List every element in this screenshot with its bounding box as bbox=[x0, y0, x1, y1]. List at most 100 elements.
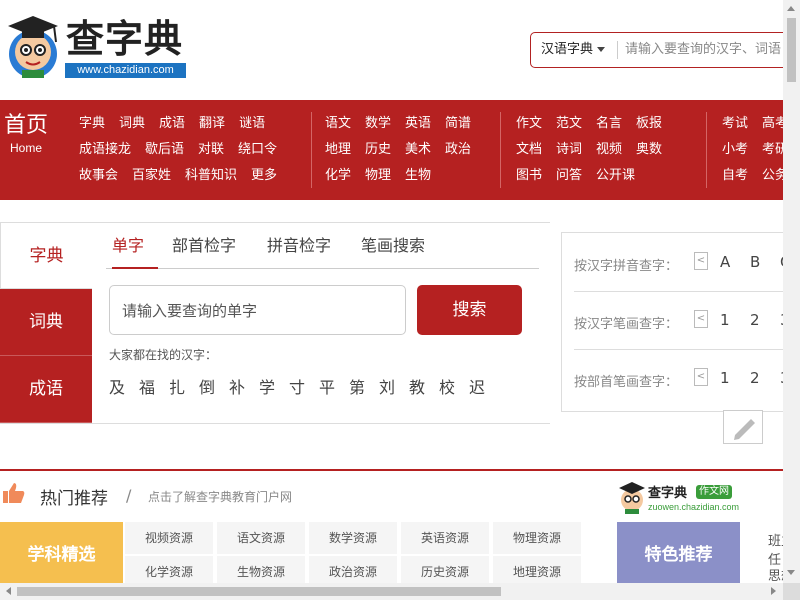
nav-link[interactable]: 问答 bbox=[556, 164, 582, 188]
hot-char[interactable]: 第 bbox=[349, 374, 379, 398]
chevron-left-icon[interactable]: < bbox=[694, 368, 708, 386]
resource-link[interactable]: 物理资源 bbox=[493, 522, 581, 554]
scroll-left-icon[interactable] bbox=[6, 587, 11, 595]
hot-recommend-subtitle[interactable]: 点击了解查字典教育门户网 bbox=[148, 488, 292, 505]
index-value[interactable]: B bbox=[750, 253, 760, 271]
index-value[interactable]: 2 bbox=[750, 311, 760, 329]
nav-link[interactable]: 故事会 bbox=[79, 164, 118, 188]
index-label: 按汉字拼音查字： bbox=[574, 259, 679, 274]
nav-link[interactable]: 视频 bbox=[596, 138, 622, 162]
edit-button[interactable] bbox=[723, 410, 763, 444]
zuowen-logo[interactable]: 查字典 作文网 zuowen.chazidian.com bbox=[618, 480, 739, 516]
nav-link[interactable]: 美术 bbox=[405, 138, 431, 162]
scroll-right-icon[interactable] bbox=[771, 587, 776, 595]
hot-char[interactable]: 教 bbox=[409, 374, 439, 398]
resource-link[interactable]: 视频资源 bbox=[125, 522, 213, 554]
scroll-thumb[interactable] bbox=[17, 587, 501, 596]
hot-char[interactable]: 迟 bbox=[469, 374, 499, 398]
side-tab-zidian[interactable]: 字典 bbox=[0, 222, 92, 289]
nav-link[interactable]: 成语 bbox=[159, 112, 185, 136]
nav-link[interactable]: 数学 bbox=[365, 112, 391, 136]
tab-stroke[interactable]: 笔画搜索 bbox=[361, 232, 425, 260]
nav-link[interactable]: 公开课 bbox=[596, 164, 635, 188]
hot-char[interactable]: 补 bbox=[229, 374, 259, 398]
nav-link[interactable]: 词典 bbox=[119, 112, 145, 136]
nav-link[interactable]: 更多 bbox=[251, 164, 277, 188]
hot-char[interactable]: 倒 bbox=[199, 374, 229, 398]
index-value[interactable]: 2 bbox=[750, 369, 760, 387]
index-value[interactable]: 1 bbox=[720, 311, 730, 329]
nav-link[interactable]: 成语接龙 bbox=[79, 138, 131, 162]
subject-picks-title[interactable]: 学科精选 bbox=[0, 522, 123, 588]
nav-link[interactable]: 考研 bbox=[762, 138, 783, 162]
hot-char[interactable]: 及 bbox=[109, 374, 139, 398]
nav-link[interactable]: 作文 bbox=[516, 112, 542, 136]
nav-link[interactable]: 考试 bbox=[722, 112, 748, 136]
nav-link[interactable]: 诗词 bbox=[556, 138, 582, 162]
nav-link[interactable]: 翻译 bbox=[199, 112, 225, 136]
nav-link[interactable]: 字典 bbox=[79, 112, 105, 136]
scroll-up-icon[interactable] bbox=[787, 6, 795, 11]
nav-link[interactable]: 百家姓 bbox=[132, 164, 171, 188]
nav-link[interactable]: 政治 bbox=[445, 138, 471, 162]
nav-link[interactable]: 生物 bbox=[405, 164, 431, 188]
nav-link[interactable]: 自考 bbox=[722, 164, 748, 188]
resource-link[interactable]: 英语资源 bbox=[401, 522, 489, 554]
featured-picks-title[interactable]: 特色推荐 bbox=[617, 522, 740, 588]
side-tab-chengyu[interactable]: 成语 bbox=[0, 356, 92, 423]
main-nav: 首页 Home 字典 词典 成语 翻译 谜语 成语接龙 歇后语 对联 绕口令 故事会 百家姓 科普… bbox=[0, 100, 783, 200]
nav-link[interactable]: 歇后语 bbox=[145, 138, 184, 162]
hot-char[interactable]: 平 bbox=[319, 374, 349, 398]
nav-link[interactable]: 谜语 bbox=[239, 112, 265, 136]
nav-link[interactable]: 图书 bbox=[516, 164, 542, 188]
nav-link[interactable]: 公务员 bbox=[762, 164, 783, 188]
hot-char[interactable]: 学 bbox=[259, 374, 289, 398]
hot-char[interactable]: 刘 bbox=[379, 374, 409, 398]
nav-link[interactable]: 物理 bbox=[365, 164, 391, 188]
scroll-down-icon[interactable] bbox=[787, 570, 795, 575]
hot-char[interactable]: 校 bbox=[439, 374, 469, 398]
chevron-left-icon[interactable]: < bbox=[694, 252, 708, 270]
caret-down-icon bbox=[597, 47, 606, 52]
nav-link[interactable]: 文档 bbox=[516, 138, 542, 162]
nav-link[interactable]: 语文 bbox=[325, 112, 351, 136]
hot-char[interactable]: 扎 bbox=[169, 374, 199, 398]
search-type-select[interactable]: 汉语字典 bbox=[531, 33, 617, 67]
nav-link[interactable]: 历史 bbox=[365, 138, 391, 162]
search-input[interactable]: 请输入要查询的汉字、词语 bbox=[625, 33, 789, 67]
hot-char[interactable]: 福 bbox=[139, 374, 169, 398]
side-tab-cidian[interactable]: 词典 bbox=[0, 289, 92, 356]
nav-link[interactable]: 绕口令 bbox=[238, 138, 277, 162]
vertical-scrollbar[interactable] bbox=[783, 0, 800, 583]
scroll-thumb[interactable] bbox=[787, 18, 796, 82]
tab-radical[interactable]: 部首检字 bbox=[172, 232, 236, 260]
hot-recommend-title: 热门推荐 bbox=[40, 489, 108, 509]
nav-link[interactable]: 高考 bbox=[762, 112, 783, 136]
nav-link[interactable]: 科普知识 bbox=[185, 164, 237, 188]
nav-link[interactable]: 名言 bbox=[596, 112, 622, 136]
nav-link[interactable]: 英语 bbox=[405, 112, 431, 136]
char-search-input[interactable]: 请输入要查询的单字 bbox=[109, 285, 406, 335]
search-button[interactable]: 搜索 bbox=[417, 285, 522, 335]
nav-link[interactable]: 奥数 bbox=[636, 138, 662, 162]
index-value[interactable]: A bbox=[720, 253, 730, 271]
nav-link[interactable]: 简谱 bbox=[445, 112, 471, 136]
resource-link[interactable]: 数学资源 bbox=[309, 522, 397, 554]
chevron-left-icon[interactable]: < bbox=[694, 310, 708, 328]
logo-text[interactable]: 查字典 bbox=[66, 16, 183, 62]
horizontal-scrollbar[interactable] bbox=[0, 583, 783, 600]
logo-url[interactable]: www.chazidian.com bbox=[65, 63, 186, 78]
nav-link[interactable]: 小考 bbox=[722, 138, 748, 162]
nav-link[interactable]: 板报 bbox=[636, 112, 662, 136]
tab-pinyin[interactable]: 拼音检字 bbox=[267, 232, 331, 260]
index-value[interactable]: 1 bbox=[720, 369, 730, 387]
mascot-logo[interactable] bbox=[4, 12, 62, 80]
nav-link[interactable]: 地理 bbox=[325, 138, 351, 162]
tab-single-char[interactable]: 单字 bbox=[112, 232, 158, 269]
nav-link[interactable]: 范文 bbox=[556, 112, 582, 136]
nav-link[interactable]: 对联 bbox=[198, 138, 224, 162]
resource-link[interactable]: 语文资源 bbox=[217, 522, 305, 554]
hot-char[interactable]: 寸 bbox=[289, 374, 319, 398]
nav-link[interactable]: 化学 bbox=[325, 164, 351, 188]
nav-home[interactable]: 首页 Home bbox=[0, 112, 52, 156]
